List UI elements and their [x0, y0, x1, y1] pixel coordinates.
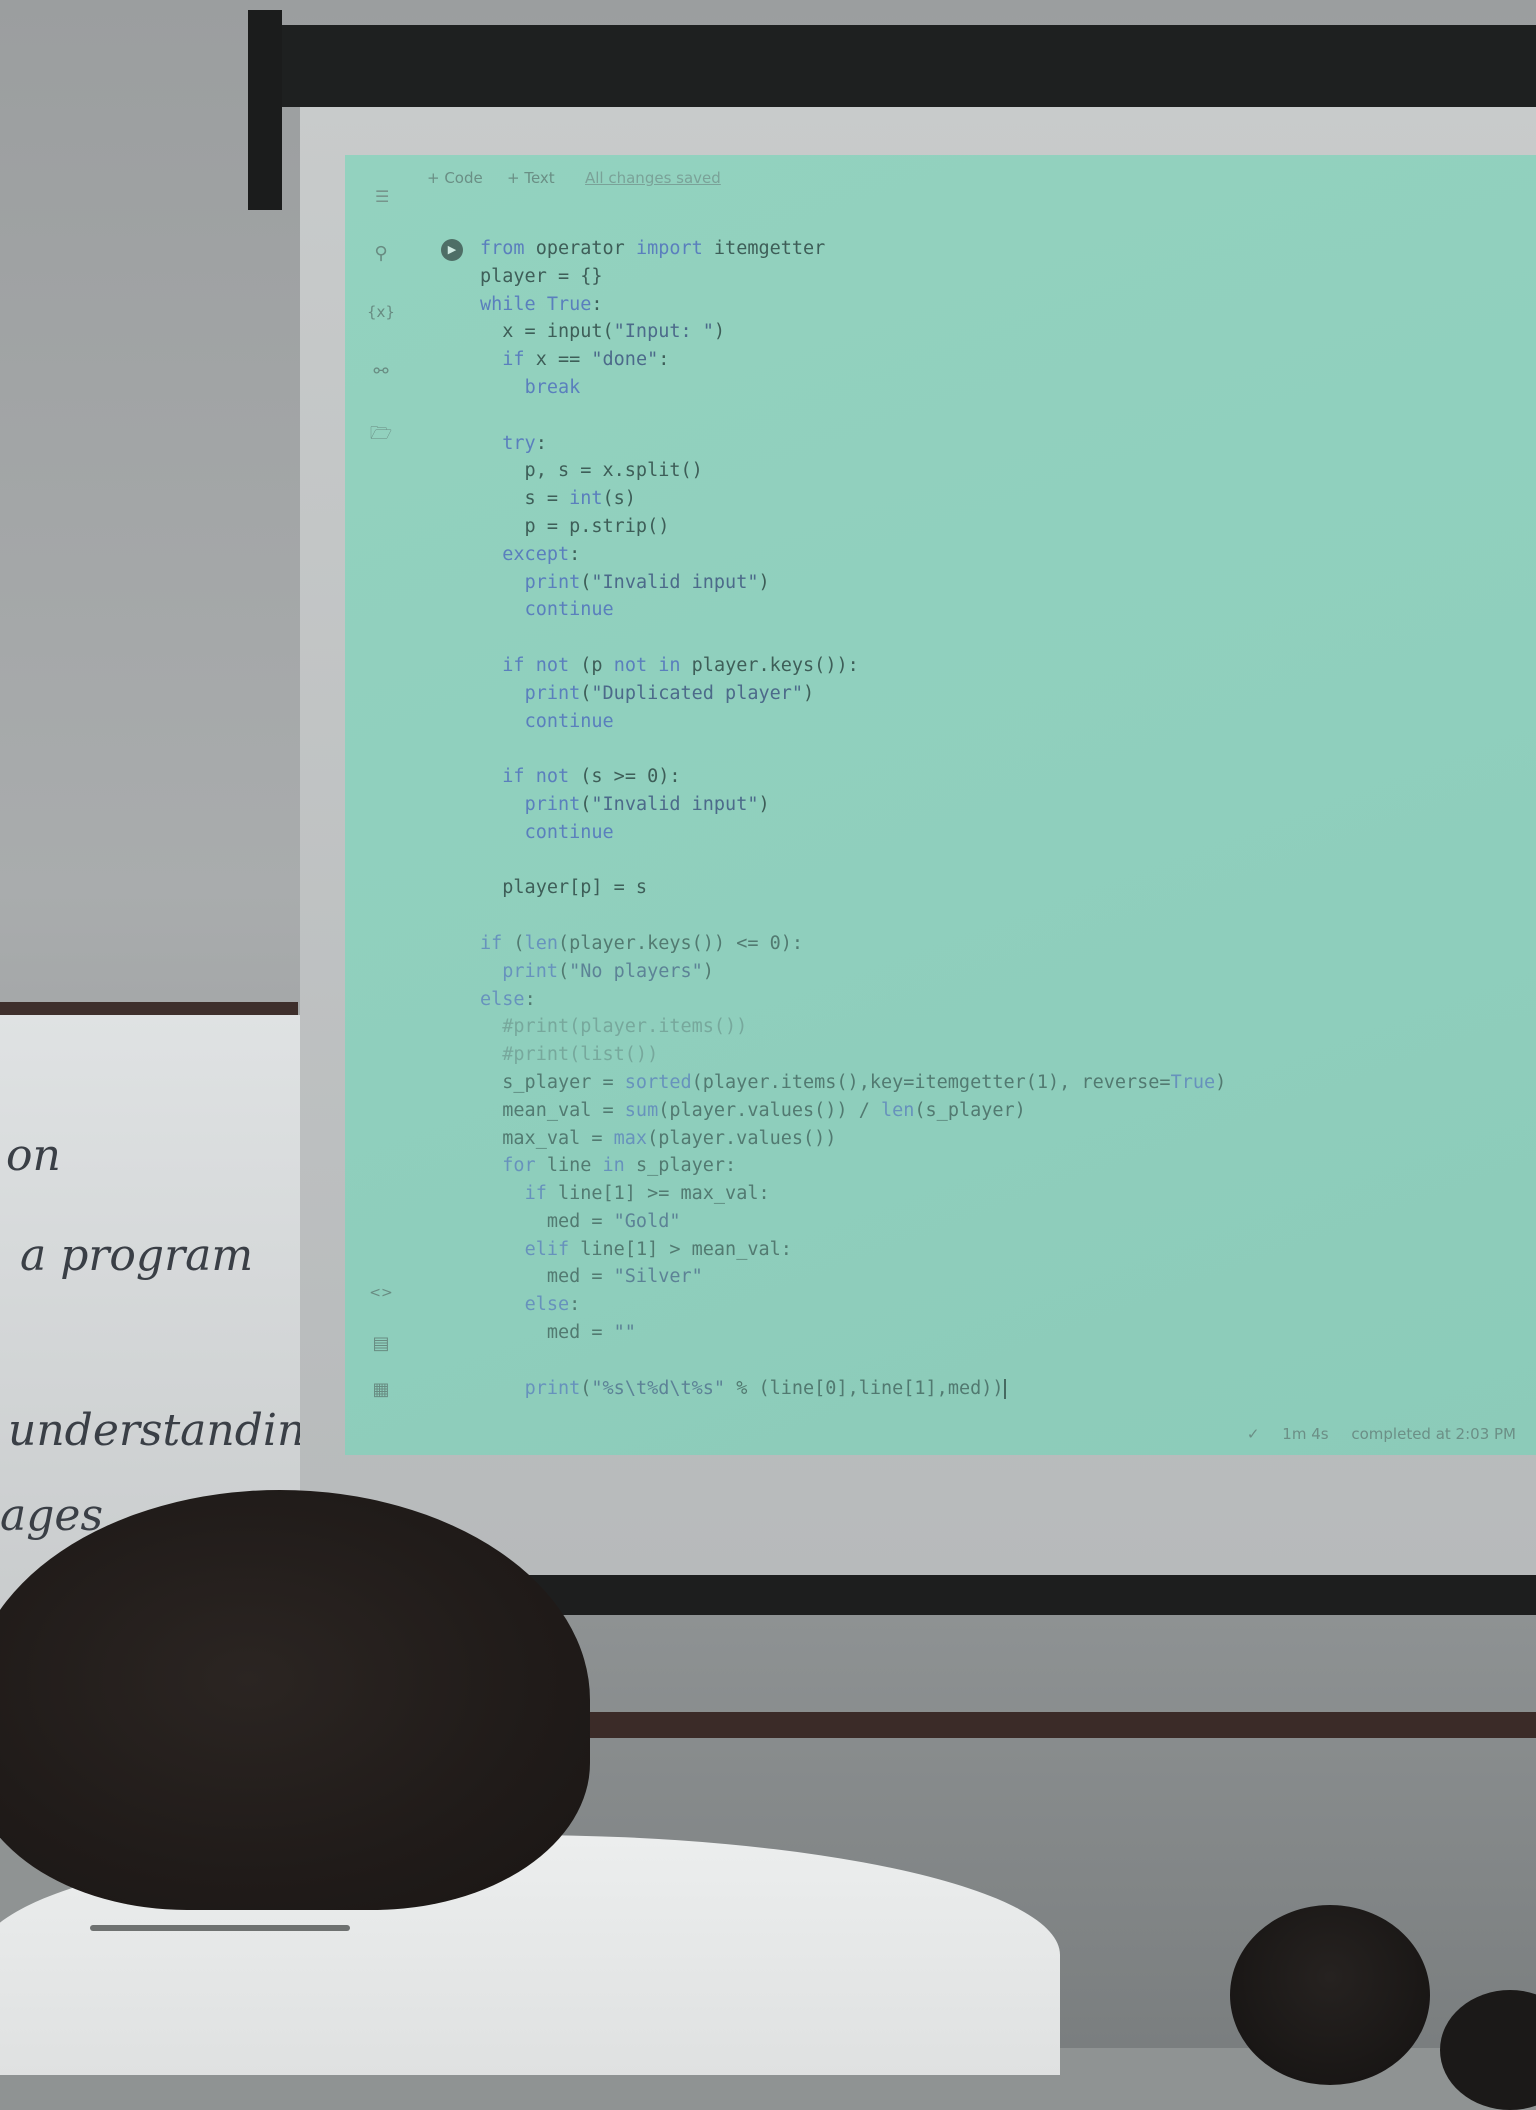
code-line: continue — [524, 821, 614, 843]
code-line: print("Duplicated player") — [524, 682, 815, 704]
code-line: print("No players") — [502, 960, 714, 982]
code-line: player[p] = s — [480, 877, 648, 899]
code-line: print("%s\t%d\t%s" % (line[0],line[1],me… — [524, 1377, 1006, 1399]
screen-bottom-bar — [500, 1575, 1536, 1615]
menu-icon[interactable]: ☰ — [375, 187, 391, 206]
whiteboard-text-line: a program — [20, 1230, 254, 1281]
lower-board-rail — [560, 1712, 1536, 1738]
code-line: mean_val = sum(player.values()) / len(s_… — [480, 1099, 1026, 1121]
execution-status: ✓ 1m 4s completed at 2:03 PM — [1229, 1425, 1516, 1443]
whiteboard-text-line: on — [6, 1130, 61, 1181]
code-line: print("Invalid input") — [524, 571, 770, 593]
shirt-print — [90, 1925, 350, 1931]
code-line: if (len(player.keys()) <= 0): — [480, 932, 804, 954]
search-icon[interactable]: ⚲ — [367, 243, 395, 264]
code-line: while True: — [480, 293, 603, 315]
code-line: s = int(s) — [480, 488, 636, 510]
student-head — [0, 1490, 590, 1910]
code-line: med = "Silver" — [480, 1266, 703, 1288]
code-line: player = {} — [480, 265, 603, 287]
screen-housing — [250, 25, 1536, 107]
add-code-button[interactable]: + Code — [427, 169, 483, 187]
code-line: #print(player.items()) — [502, 1016, 748, 1038]
text-cursor — [1003, 1378, 1006, 1399]
code-line: else: — [480, 988, 536, 1010]
code-line: except: — [502, 543, 581, 565]
code-line: med = "Gold" — [480, 1210, 681, 1232]
whiteboard-text-line: ages — [0, 1490, 104, 1541]
code-line: if line[1] >= max_val: — [524, 1183, 770, 1205]
key-icon[interactable]: ⚯ — [367, 361, 395, 382]
save-status-link[interactable]: All changes saved — [585, 169, 721, 187]
code-line: if x == "done": — [502, 349, 670, 371]
code-line: continue — [524, 710, 614, 732]
code-line: try: — [502, 432, 547, 454]
add-text-button[interactable]: + Text — [507, 169, 555, 187]
code-snippets-icon[interactable]: <> — [367, 1285, 395, 1301]
code-line: for line in s_player: — [502, 1155, 737, 1177]
code-line: if not (s >= 0): — [502, 766, 681, 788]
code-line: #print(list()) — [502, 1044, 659, 1066]
code-line: max_val = max(player.values()) — [480, 1127, 837, 1149]
code-line: p, s = x.split() — [480, 460, 703, 482]
code-line: else: — [524, 1294, 581, 1316]
play-icon[interactable]: ▶ — [441, 239, 463, 261]
folder-icon[interactable]: 🗁 — [367, 421, 395, 451]
code-line: from operator import itemgetter — [480, 238, 826, 259]
terminal-icon[interactable]: ▦ — [367, 1379, 395, 1400]
command-palette-icon[interactable]: ▤ — [367, 1333, 395, 1354]
code-line: x = input("Input: ") — [480, 321, 726, 343]
screen-bracket — [248, 10, 282, 210]
completion-time: completed at 2:03 PM — [1351, 1425, 1516, 1443]
code-line: med = "" — [480, 1322, 636, 1344]
projected-notebook: ☰ + Code + Text All changes saved ⚲ {x} … — [345, 155, 1536, 1455]
code-line: continue — [524, 599, 614, 621]
code-line: p = p.strip() — [480, 515, 670, 537]
check-icon: ✓ — [1246, 1425, 1260, 1443]
code-line: s_player = sorted(player.items(),key=ite… — [480, 1071, 1227, 1093]
code-cell[interactable]: from operator import itemgetter player = … — [480, 235, 1226, 1402]
code-line: elif line[1] > mean_val: — [524, 1238, 792, 1260]
code-line: break — [524, 376, 581, 398]
whiteboard-text-line: understanding — [8, 1405, 334, 1456]
execution-duration: 1m 4s — [1282, 1425, 1329, 1443]
code-line: print("Invalid input") — [524, 793, 770, 815]
variables-icon[interactable]: {x} — [367, 303, 395, 321]
code-line: if not (p not in player.keys()): — [502, 654, 859, 676]
student-head-right — [1230, 1905, 1430, 2085]
notebook-toolbar: ☰ + Code + Text All changes saved — [345, 155, 1536, 207]
